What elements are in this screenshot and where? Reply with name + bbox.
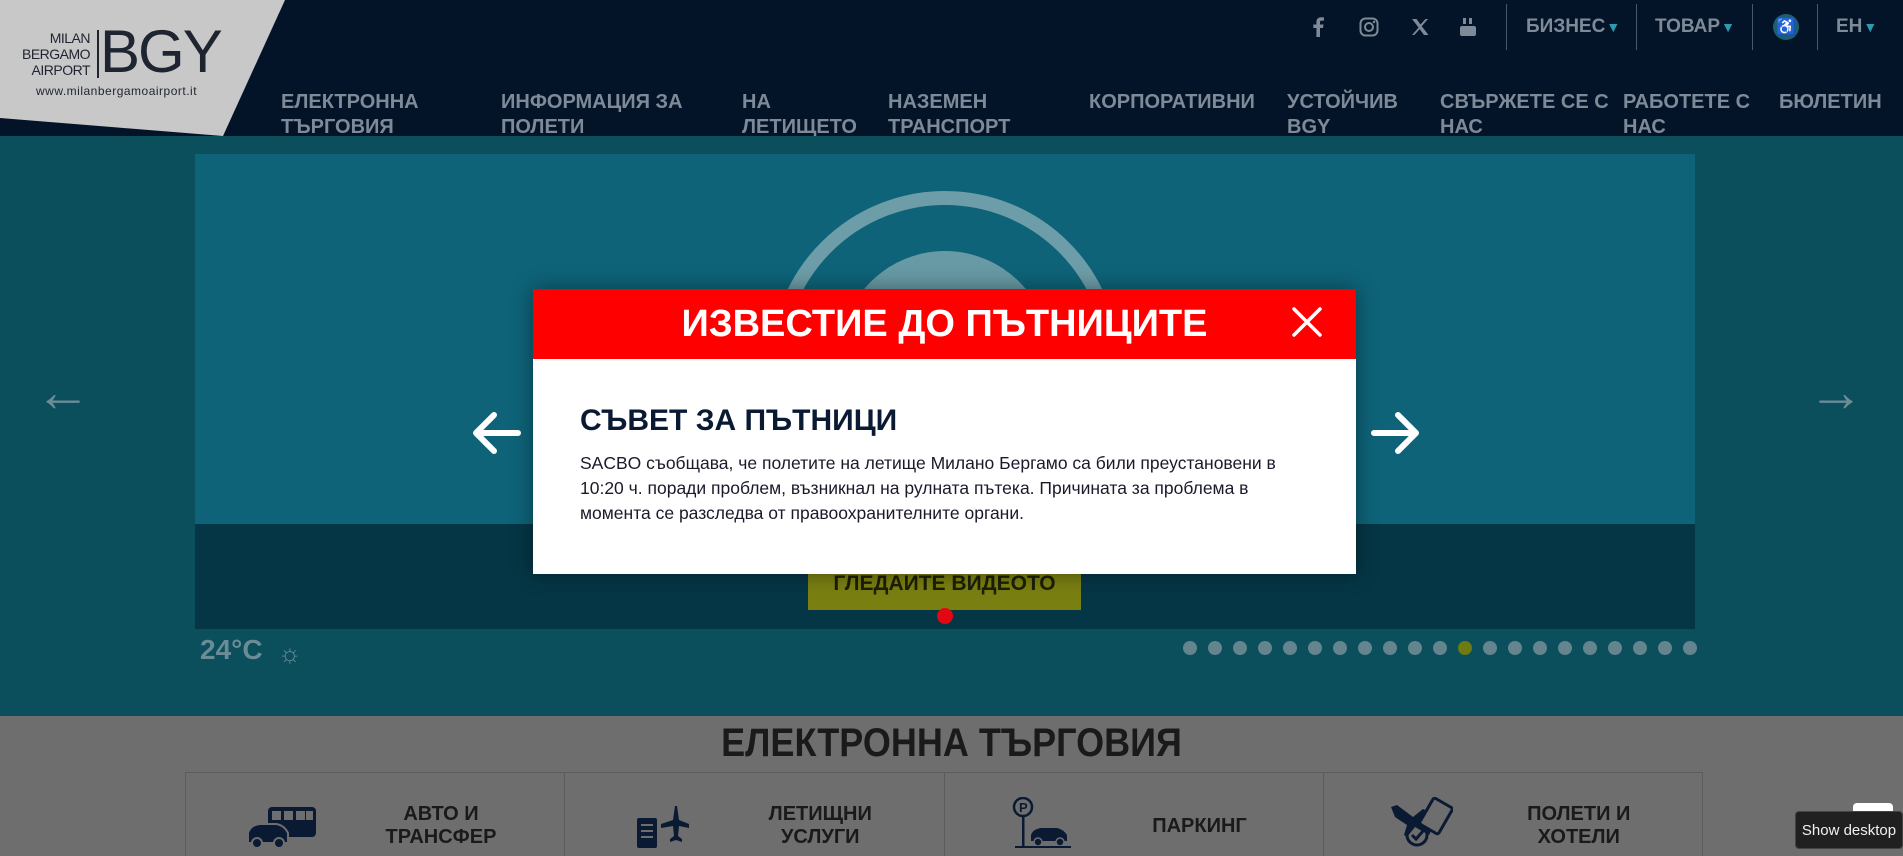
- carousel-dot[interactable]: [1408, 641, 1422, 655]
- wheelchair-icon[interactable]: ♿: [1773, 14, 1799, 40]
- carousel-dot[interactable]: [1633, 641, 1647, 655]
- carousel-pagination: [1183, 641, 1697, 655]
- ecommerce-section-title: ЕЛЕКТРОННА ТЪРГОВИЯ: [721, 719, 1182, 765]
- ecommerce-card-parking[interactable]: P ПАРКИНГ: [944, 773, 1324, 856]
- carousel-dot[interactable]: [1483, 641, 1497, 655]
- modal-next-arrow-icon[interactable]: [1370, 405, 1422, 465]
- facebook-icon[interactable]: [1305, 14, 1331, 40]
- nav-at-airport[interactable]: НА ЛЕТИЩЕТО: [742, 90, 862, 140]
- site-header: MILAN BERGAMO AIRPORT BGY www.milanberga…: [0, 0, 1903, 138]
- nav-ground-transport[interactable]: НАЗЕМЕН ТРАНСПОРТ: [888, 90, 1028, 140]
- carousel-dot[interactable]: [1433, 641, 1447, 655]
- cargo-menu[interactable]: ТОВАР▼: [1655, 16, 1735, 38]
- carousel-dot[interactable]: [1283, 641, 1297, 655]
- svg-text:P: P: [1019, 800, 1028, 815]
- carousel-dot[interactable]: [1533, 641, 1547, 655]
- instagram-icon[interactable]: [1356, 14, 1382, 40]
- carousel-dot[interactable]: [1233, 641, 1247, 655]
- business-menu[interactable]: БИЗНЕС▼: [1526, 16, 1620, 38]
- chevron-down-icon: ▼: [1863, 19, 1878, 35]
- ecommerce-card-label: ПОЛЕТИ И ХОТЕЛИ: [1527, 803, 1631, 848]
- sun-icon: ☼: [278, 638, 302, 668]
- logo-text-small: MILAN BERGAMO AIRPORT: [22, 30, 91, 78]
- passenger-notice-modal: ИЗВЕСТИЕ ДО ПЪТНИЦИТЕ СЪВЕТ ЗА ПЪТНИЦИ S…: [533, 289, 1356, 574]
- ecommerce-card-label: ПАРКИНГ: [1152, 815, 1247, 837]
- carousel-dot[interactable]: [1558, 641, 1572, 655]
- nav-contact-us[interactable]: СВЪРЖЕТЕ СЕ С НАС: [1440, 90, 1620, 140]
- nav-newsletter[interactable]: БЮЛЕТИН: [1779, 90, 1903, 115]
- plane-hotel-icon: [1384, 797, 1456, 847]
- hero-prev-arrow-icon[interactable]: ←: [35, 364, 91, 420]
- ecommerce-cards: АВТО И ТРАНСФЕР ЛЕТИЩНИ УСЛУГИ P ПАРКИНГ…: [185, 772, 1703, 856]
- youtube-icon[interactable]: [1455, 14, 1481, 40]
- x-icon[interactable]: [1407, 14, 1433, 40]
- parking-icon: P: [1005, 797, 1077, 848]
- nav-ecommerce[interactable]: ЕЛЕКТРОННА ТЪРГОВИЯ: [281, 90, 431, 140]
- ecommerce-card-airport-services[interactable]: ЛЕТИЩНИ УСЛУГИ: [565, 773, 945, 856]
- carousel-dot[interactable]: [1458, 641, 1472, 655]
- nav-sustainable-bgy[interactable]: УСТОЙЧИВ BGY: [1287, 90, 1417, 140]
- carousel-dot[interactable]: [1583, 641, 1597, 655]
- carousel-dot[interactable]: [1358, 641, 1372, 655]
- logo-url: www.milanbergamoairport.it: [36, 84, 198, 98]
- modal-title: ИЗВЕСТИЕ ДО ПЪТНИЦИТЕ: [681, 303, 1208, 345]
- nav-corporate[interactable]: КОРПОРАТИВНИ: [1089, 90, 1289, 115]
- carousel-dot[interactable]: [1333, 641, 1347, 655]
- carousel-dot[interactable]: [1608, 641, 1622, 655]
- modal-heading: СЪВЕТ ЗА ПЪТНИЦИ: [580, 404, 898, 437]
- logo-bgy: BGY: [100, 18, 223, 85]
- carousel-dot[interactable]: [1658, 641, 1672, 655]
- carousel-dot[interactable]: [1208, 641, 1222, 655]
- chevron-down-icon: ▼: [1606, 19, 1621, 35]
- carousel-dot[interactable]: [1183, 641, 1197, 655]
- carousel-dot[interactable]: [1258, 641, 1272, 655]
- chevron-down-icon: ▼: [1721, 19, 1735, 35]
- logo-area[interactable]: MILAN BERGAMO AIRPORT BGY www.milanberga…: [0, 0, 285, 136]
- ecommerce-card-label: ЛЕТИЩНИ УСЛУГИ: [768, 803, 872, 848]
- close-icon[interactable]: [1288, 305, 1326, 343]
- nav-work-with-us[interactable]: РАБОТЕТЕ С НАС: [1623, 90, 1763, 140]
- modal-prev-arrow-icon[interactable]: [470, 405, 522, 465]
- carousel-dot[interactable]: [1683, 641, 1697, 655]
- nav-flight-info[interactable]: ИНФОРМАЦИЯ ЗА ПОЛЕТИ: [501, 90, 701, 140]
- header-separator: [1506, 4, 1507, 50]
- header-separator: [1636, 4, 1637, 50]
- logo-divider: [97, 30, 99, 78]
- carousel-dot[interactable]: [1308, 641, 1322, 655]
- ecommerce-card-car-transfer[interactable]: АВТО И ТРАНСФЕР: [186, 773, 566, 856]
- weather-temperature: 24°C: [200, 634, 263, 665]
- show-desktop-tooltip: Show desktop: [1795, 811, 1903, 849]
- language-menu[interactable]: ЕН▼: [1836, 16, 1877, 38]
- carousel-dot[interactable]: [1383, 641, 1397, 655]
- header-separator: [1752, 4, 1753, 50]
- ecommerce-card-label: АВТО И ТРАНСФЕР: [385, 803, 497, 848]
- header-separator: [1817, 4, 1818, 50]
- document-plane-icon: [625, 803, 697, 851]
- modal-body: SACBO съобщава, че полетите на летище Ми…: [580, 453, 1276, 523]
- ecommerce-card-flights-hotels[interactable]: ПОЛЕТИ И ХОТЕЛИ: [1323, 773, 1702, 856]
- carousel-dot[interactable]: [1508, 641, 1522, 655]
- bus-car-icon: [246, 803, 318, 851]
- hero-next-arrow-icon[interactable]: →: [1808, 364, 1864, 420]
- hero-red-marker: [937, 608, 953, 624]
